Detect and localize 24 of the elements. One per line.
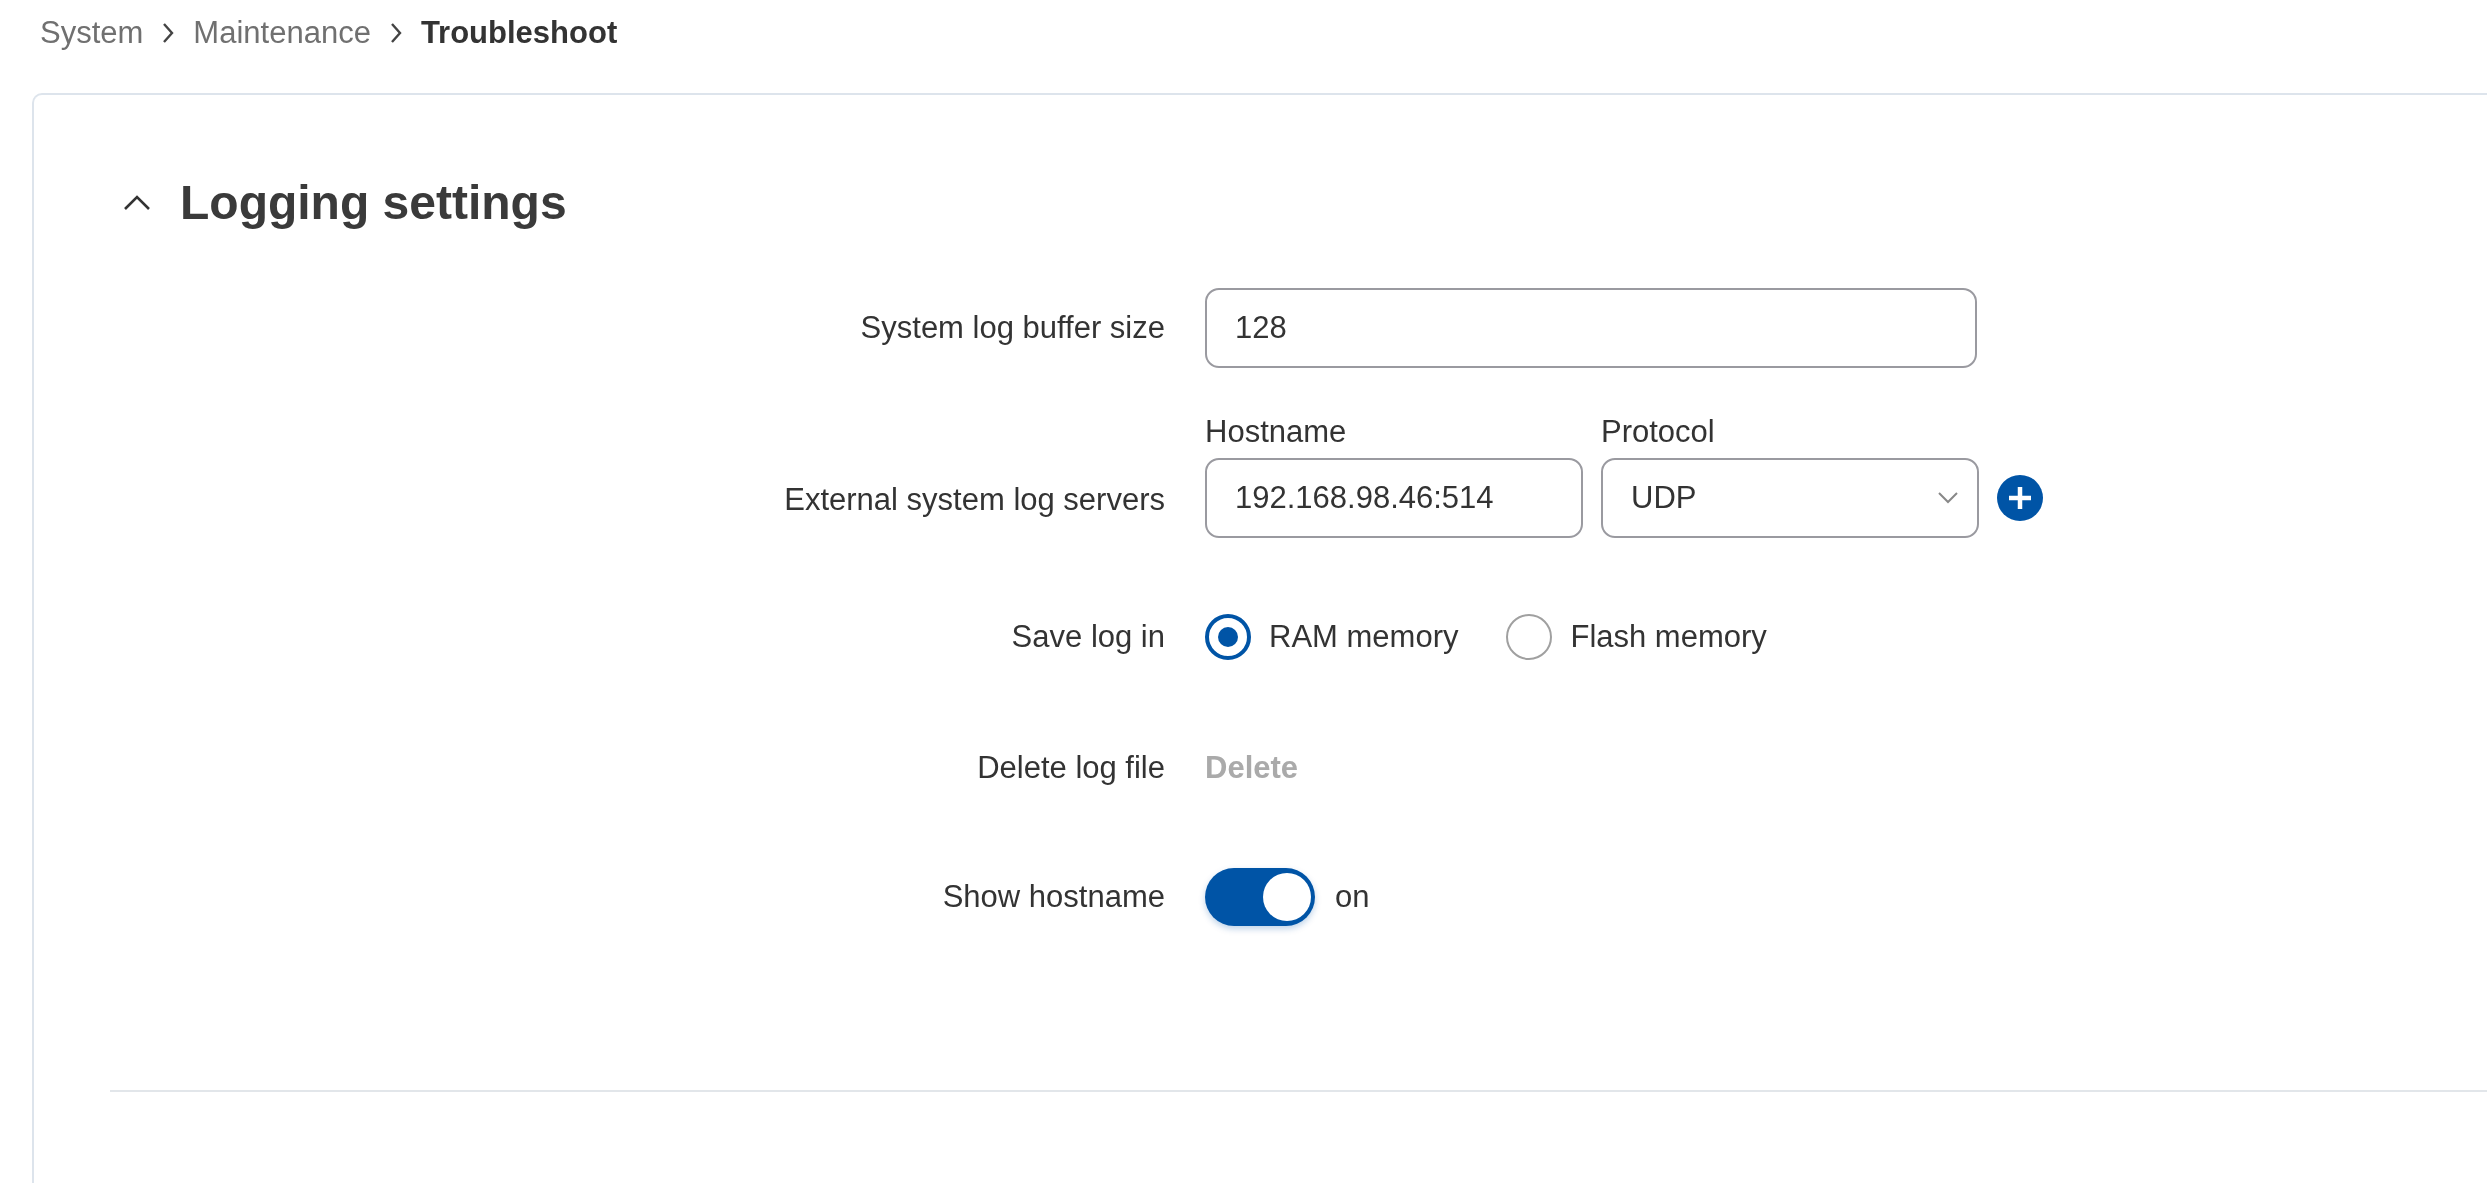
toggle-state-text: on <box>1335 879 1370 915</box>
radio-button[interactable] <box>1506 614 1553 660</box>
buffer-size-field[interactable]: 128 <box>1205 288 1977 368</box>
collapse-chevron-icon[interactable] <box>122 193 152 212</box>
toggle-switch[interactable] <box>1205 868 1315 926</box>
section-title: Logging settings <box>180 175 567 230</box>
protocol-dropdown[interactable]: UDP <box>1601 458 1979 538</box>
field-label: Show hostname <box>941 879 1166 915</box>
radio-label[interactable]: RAM memory <box>1269 619 1459 655</box>
field-label: System log buffer size <box>859 310 1166 346</box>
field-label: Save log in <box>1010 619 1166 655</box>
radio-button[interactable] <box>1205 614 1251 660</box>
chevron-right-icon <box>388 21 403 45</box>
chevron-right-icon <box>161 21 176 45</box>
hostname-field[interactable]: 192.168.98.46:514 <box>1205 458 1583 538</box>
breadcrumb-link[interactable]: Maintenance <box>193 15 371 51</box>
add-icon[interactable] <box>1997 475 2043 521</box>
breadcrumb-link[interactable]: System <box>40 15 144 51</box>
column-header: Protocol <box>1601 414 1716 450</box>
field-label: Delete log file <box>976 750 1166 786</box>
column-header: Hostname <box>1205 414 1348 450</box>
field-label: External system log servers <box>783 482 1166 519</box>
chevron-down-icon <box>1937 491 1959 505</box>
radio-label[interactable]: Flash memory <box>1570 619 1767 655</box>
